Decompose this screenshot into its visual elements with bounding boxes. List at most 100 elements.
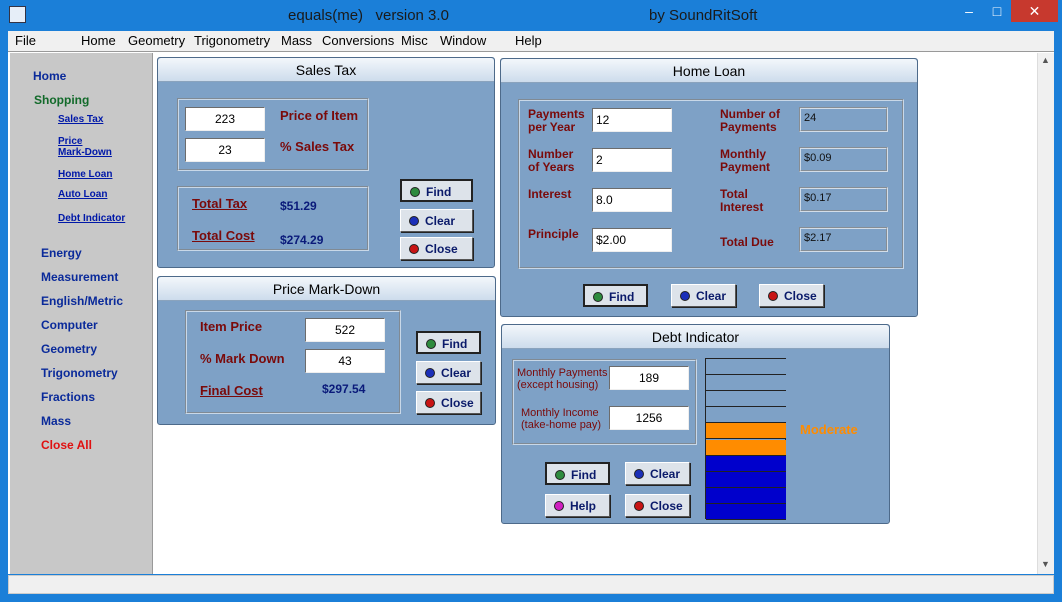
total-tax-value: $51.29 — [280, 199, 317, 213]
green-dot-icon — [410, 187, 420, 197]
green-dot-icon — [426, 339, 436, 349]
payments-per-year-input[interactable]: 12 — [592, 108, 672, 132]
markdown-find-button[interactable]: Find — [416, 331, 481, 354]
debt-status-text: Moderate — [800, 422, 858, 437]
close-window-button[interactable]: ✕ — [1011, 0, 1058, 22]
sales-tax-title: Sales Tax — [158, 58, 494, 82]
menu-bar: File Home Geometry Trigonometry Mass Con… — [8, 31, 1054, 51]
home-loan-clear-button[interactable]: Clear — [671, 284, 736, 307]
markdown-close-button[interactable]: Close — [416, 391, 481, 414]
item-price-label: Item Price — [200, 319, 263, 334]
home-loan-close-button[interactable]: Close — [759, 284, 824, 307]
sidebar-item-computer[interactable]: Computer — [41, 318, 98, 332]
monthly-payments-label: Monthly Payments (except housing) — [517, 367, 608, 391]
final-cost-label: Final Cost — [200, 383, 263, 398]
monthly-payment-label: Monthly Payment — [720, 147, 771, 174]
window-title: equals(me) version 3.0 — [288, 7, 449, 24]
scroll-down-icon[interactable]: ▼ — [1041, 559, 1050, 569]
meter-segment — [706, 375, 786, 392]
sidebar-item-mass[interactable]: Mass — [41, 414, 71, 428]
sidebar-item-fractions[interactable]: Fractions — [41, 390, 95, 404]
principle-label: Principle — [528, 227, 579, 241]
number-of-years-label: Number of Years — [528, 147, 575, 174]
sidebar-sub-price-markdown[interactable]: Price Mark-Down — [58, 136, 112, 158]
app-icon[interactable] — [9, 6, 26, 23]
markdown-percent-input[interactable]: 43 — [305, 349, 385, 373]
clear-label: Clear — [650, 467, 681, 481]
number-of-years-input[interactable]: 2 — [592, 148, 672, 172]
horizontal-scrollbar[interactable] — [8, 575, 1054, 594]
sidebar-sub-debt-indicator[interactable]: Debt Indicator — [58, 213, 125, 224]
find-label: Find — [426, 185, 452, 199]
debt-close-button[interactable]: Close — [625, 494, 690, 517]
price-markdown-panel: Price Mark-Down Item Price 522 % Mark Do… — [157, 276, 496, 425]
sidebar-item-measurement[interactable]: Measurement — [41, 270, 118, 284]
meter-segment — [706, 455, 786, 472]
debt-clear-button[interactable]: Clear — [625, 462, 690, 485]
menu-file[interactable]: File — [15, 33, 36, 48]
vertical-scrollbar[interactable]: ▲ ▼ — [1037, 53, 1054, 574]
sidebar-item-trigonometry[interactable]: Trigonometry — [41, 366, 118, 380]
minimize-button[interactable]: – — [955, 0, 983, 22]
interest-input[interactable]: 8.0 — [592, 188, 672, 212]
sidebar-sub-sales-tax[interactable]: Sales Tax — [58, 114, 103, 125]
total-interest-value: $0.17 — [799, 187, 888, 212]
help-label: Help — [570, 499, 597, 513]
sidebar-item-home[interactable]: Home — [33, 69, 66, 83]
total-cost-value: $274.29 — [280, 233, 324, 247]
blue-dot-icon — [634, 469, 644, 479]
menu-misc[interactable]: Misc — [401, 33, 428, 48]
magenta-dot-icon — [554, 501, 564, 511]
green-dot-icon — [593, 292, 603, 302]
clear-label: Clear — [696, 289, 727, 303]
menu-conversions[interactable]: Conversions — [322, 33, 394, 48]
interest-label: Interest — [528, 187, 572, 201]
restore-button[interactable]: □ — [983, 0, 1011, 22]
debt-help-button[interactable]: Help — [545, 494, 610, 517]
menu-trigonometry[interactable]: Trigonometry — [194, 33, 270, 48]
sidebar-item-english-metric[interactable]: English/Metric — [41, 294, 123, 308]
sidebar: Home Shopping Sales Tax Price Mark-Down … — [10, 53, 153, 574]
debt-find-button[interactable]: Find — [545, 462, 610, 485]
markdown-percent-label: % Mark Down — [200, 351, 285, 366]
total-due-label: Total Due — [720, 235, 774, 249]
menu-home[interactable]: Home — [81, 33, 116, 48]
menu-geometry[interactable]: Geometry — [128, 33, 185, 48]
home-loan-find-button[interactable]: Find — [583, 284, 648, 307]
sidebar-item-close-all[interactable]: Close All — [41, 438, 92, 452]
home-loan-title: Home Loan — [501, 59, 917, 83]
sales-tax-clear-button[interactable]: Clear — [400, 209, 473, 232]
blue-dot-icon — [680, 291, 690, 301]
sales-tax-percent-input[interactable]: 23 — [185, 138, 265, 162]
monthly-payments-input[interactable]: 189 — [609, 366, 689, 390]
green-dot-icon — [555, 470, 565, 480]
sales-tax-find-button[interactable]: Find — [400, 179, 473, 202]
item-price-input[interactable]: 522 — [305, 318, 385, 342]
red-dot-icon — [768, 291, 778, 301]
home-loan-panel: Home Loan Payments per Year 12 Number of… — [500, 58, 918, 317]
sidebar-item-shopping[interactable]: Shopping — [34, 93, 89, 107]
menu-window[interactable]: Window — [440, 33, 486, 48]
menu-help[interactable]: Help — [515, 33, 542, 48]
total-due-value: $2.17 — [799, 227, 888, 252]
number-of-payments-value: 24 — [799, 107, 888, 132]
blue-dot-icon — [425, 368, 435, 378]
price-of-item-input[interactable]: 223 — [185, 107, 265, 131]
final-cost-value: $297.54 — [322, 382, 366, 396]
scroll-up-icon[interactable]: ▲ — [1041, 55, 1050, 65]
principle-input[interactable]: $2.00 — [592, 228, 672, 252]
meter-segment — [706, 407, 786, 424]
menu-mass[interactable]: Mass — [281, 33, 312, 48]
meter-segment — [706, 423, 786, 440]
meter-segment — [706, 391, 786, 408]
sidebar-item-geometry[interactable]: Geometry — [41, 342, 97, 356]
monthly-income-input[interactable]: 1256 — [609, 406, 689, 430]
red-dot-icon — [425, 398, 435, 408]
markdown-clear-button[interactable]: Clear — [416, 361, 481, 384]
meter-segment — [706, 487, 786, 504]
price-markdown-title: Price Mark-Down — [158, 277, 495, 301]
sidebar-item-energy[interactable]: Energy — [41, 246, 82, 260]
sidebar-sub-auto-loan[interactable]: Auto Loan — [58, 189, 107, 200]
sales-tax-close-button[interactable]: Close — [400, 237, 473, 260]
sidebar-sub-home-loan[interactable]: Home Loan — [58, 169, 112, 180]
